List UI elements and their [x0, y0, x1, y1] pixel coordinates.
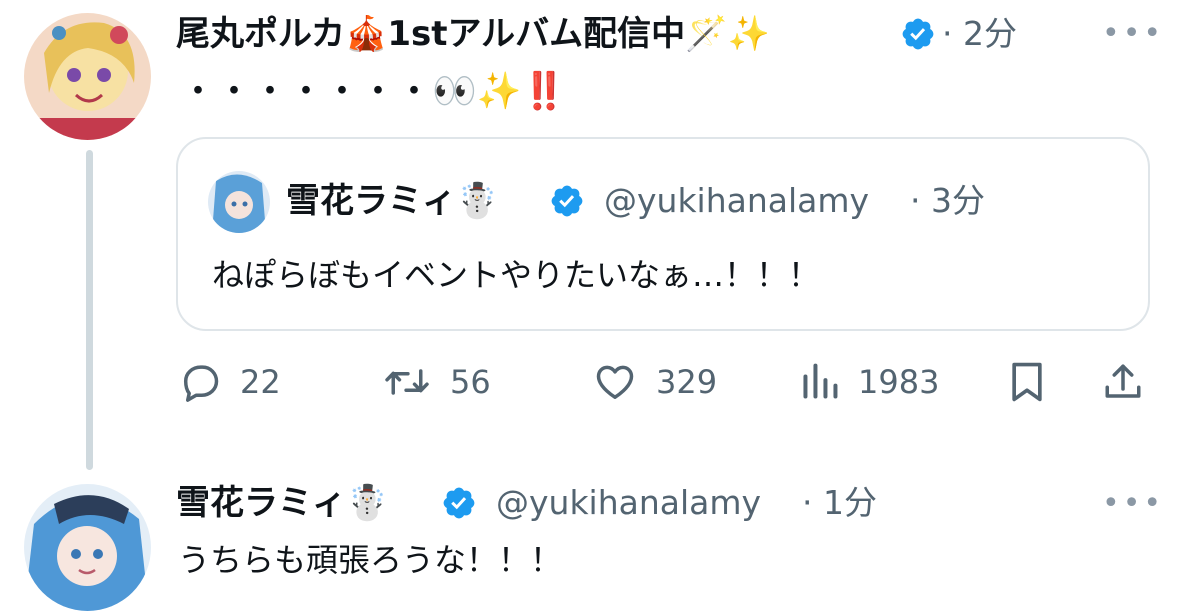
quoted-post-time: · 3分	[910, 181, 985, 220]
reply-icon	[178, 360, 222, 404]
post-text: ・・・・・・・👀✨‼️	[180, 71, 567, 112]
repost-count: 56	[450, 363, 491, 401]
polka-avatar-image	[24, 13, 151, 140]
reply-time[interactable]: · 1分	[802, 483, 877, 523]
reply-author-handle: @yukihanalamy	[496, 483, 762, 522]
reply-verified-badge-icon	[441, 485, 477, 525]
bookmark-button[interactable]	[1008, 360, 1046, 404]
lamy-avatar-image	[24, 484, 151, 611]
quoted-author-handle: @yukihanalamy	[604, 181, 870, 220]
post-more-icon[interactable]: •••	[1102, 19, 1164, 49]
share-icon	[1102, 360, 1144, 404]
quoted-author-avatar	[208, 171, 270, 233]
like-count: 329	[656, 363, 718, 401]
views-button[interactable]: 1983	[800, 360, 939, 404]
quoted-post-card[interactable]	[176, 137, 1150, 331]
views-chart-icon	[800, 360, 840, 404]
verified-badge-icon	[900, 16, 936, 56]
heart-icon	[592, 360, 638, 404]
quoted-author-name[interactable]: 雪花ラミィ☃️	[286, 181, 498, 221]
post-time[interactable]: · 2分	[942, 14, 1017, 54]
thread-line	[86, 150, 93, 470]
post-author-name-text: 尾丸ポルカ🎪1stアルバム配信中🪄✨	[176, 14, 770, 54]
quoted-post-text: ねぽらぼもイベントやりたいなぁ…！！！	[212, 256, 821, 294]
view-count: 1983	[858, 363, 940, 401]
share-button[interactable]	[1102, 360, 1144, 404]
quoted-avatar-image	[208, 171, 270, 233]
like-button[interactable]: 329	[592, 360, 717, 404]
repost-button[interactable]: 56	[382, 360, 491, 404]
quoted-verified-badge-icon	[549, 183, 585, 223]
reply-button[interactable]: 22	[178, 360, 281, 404]
polka-avatar[interactable]	[24, 13, 151, 140]
bookmark-icon	[1008, 360, 1046, 404]
reply-more-icon[interactable]: •••	[1102, 489, 1164, 519]
reply-text: うちらも頑張ろうな！！！	[178, 541, 563, 579]
post-author-name[interactable]: 尾丸ポルカ🎪1stアルバム配信中🪄✨	[176, 14, 770, 54]
lamy-avatar[interactable]	[24, 484, 151, 611]
repost-icon	[382, 360, 432, 404]
reply-count: 22	[240, 363, 281, 401]
reply-author-name[interactable]: 雪花ラミィ☃️	[176, 483, 388, 523]
